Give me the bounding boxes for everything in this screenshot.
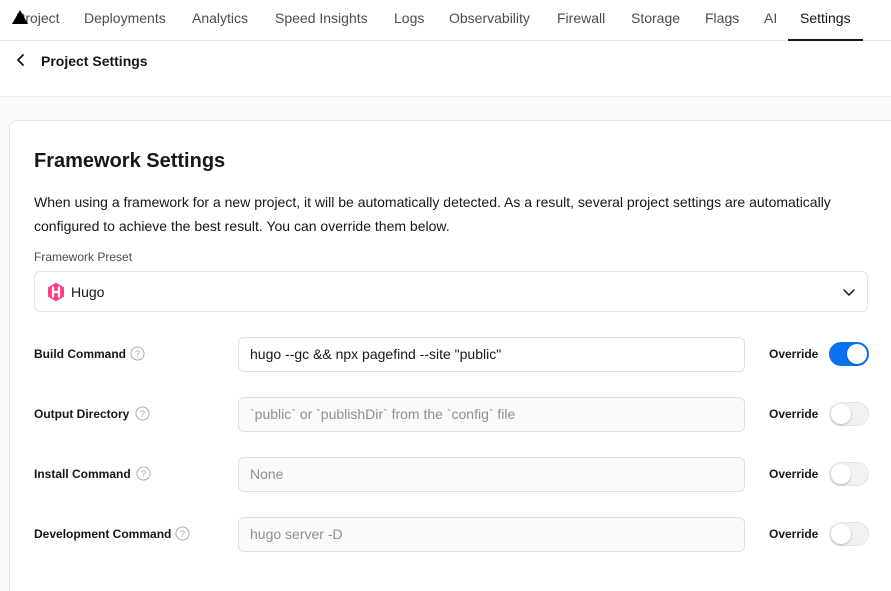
- override-label: Override: [769, 467, 819, 481]
- nav-item-deployments[interactable]: Deployments: [84, 0, 166, 41]
- build-command-input[interactable]: hugo --gc && npx pagefind --site "public…: [238, 337, 745, 372]
- nav-item-flags[interactable]: Flags: [705, 0, 739, 41]
- nav-item-firewall[interactable]: Firewall: [557, 0, 605, 41]
- install-command-override-toggle[interactable]: [829, 462, 869, 486]
- svg-text:?: ?: [140, 409, 145, 419]
- chevron-down-icon: [843, 289, 855, 296]
- page-title: Project Settings: [41, 53, 148, 69]
- development-command-input[interactable]: hugo server -D: [238, 517, 745, 552]
- help-icon[interactable]: ?: [175, 526, 190, 541]
- nav-item-logs[interactable]: Logs: [394, 0, 424, 41]
- override-label: Override: [769, 347, 819, 361]
- section-title: Framework Settings: [34, 150, 226, 172]
- output-directory-override-toggle[interactable]: [829, 402, 869, 426]
- hugo-logo-icon: [48, 282, 64, 302]
- sub-header: Project Settings: [0, 41, 891, 97]
- toggle-knob: [847, 344, 867, 364]
- nav-item-observability[interactable]: Observability: [449, 0, 530, 41]
- svg-text:?: ?: [180, 529, 185, 539]
- svg-text:?: ?: [135, 349, 140, 359]
- framework-preset-label: Framework Preset: [34, 250, 133, 264]
- toggle-knob: [831, 524, 851, 544]
- override-label: Override: [769, 407, 819, 421]
- toggle-knob: [831, 464, 851, 484]
- toggle-knob: [831, 404, 851, 424]
- nav-item-settings[interactable]: Settings: [788, 0, 863, 41]
- help-icon[interactable]: ?: [135, 406, 150, 421]
- framework-preset-select[interactable]: Hugo: [34, 271, 868, 312]
- vercel-logo-icon[interactable]: [12, 10, 28, 24]
- svg-text:?: ?: [141, 469, 146, 479]
- output-directory-label: Output Directory: [34, 407, 130, 421]
- install-command-input[interactable]: None: [238, 457, 745, 492]
- section-description: When using a framework for a new project…: [34, 194, 831, 234]
- nav-item-analytics[interactable]: Analytics: [192, 0, 248, 41]
- chevron-left-icon[interactable]: [14, 53, 28, 67]
- nav-item-storage[interactable]: Storage: [631, 0, 680, 41]
- build-command-override-toggle[interactable]: [829, 342, 869, 366]
- development-command-override-toggle[interactable]: [829, 522, 869, 546]
- override-label: Override: [769, 527, 819, 541]
- output-directory-input[interactable]: `public` or `publishDir` from the `confi…: [238, 397, 745, 432]
- development-command-label: Development Command: [34, 527, 172, 541]
- nav-item-speed-insights[interactable]: Speed Insights: [275, 0, 368, 41]
- top-navigation: Project Deployments Analytics Speed Insi…: [0, 0, 891, 41]
- framework-preset-value: Hugo: [71, 284, 105, 300]
- install-command-label: Install Command: [34, 467, 131, 481]
- help-icon[interactable]: ?: [136, 466, 151, 481]
- nav-item-ai[interactable]: AI: [764, 0, 777, 41]
- help-icon[interactable]: ?: [130, 346, 145, 361]
- build-command-label: Build Command: [34, 347, 126, 361]
